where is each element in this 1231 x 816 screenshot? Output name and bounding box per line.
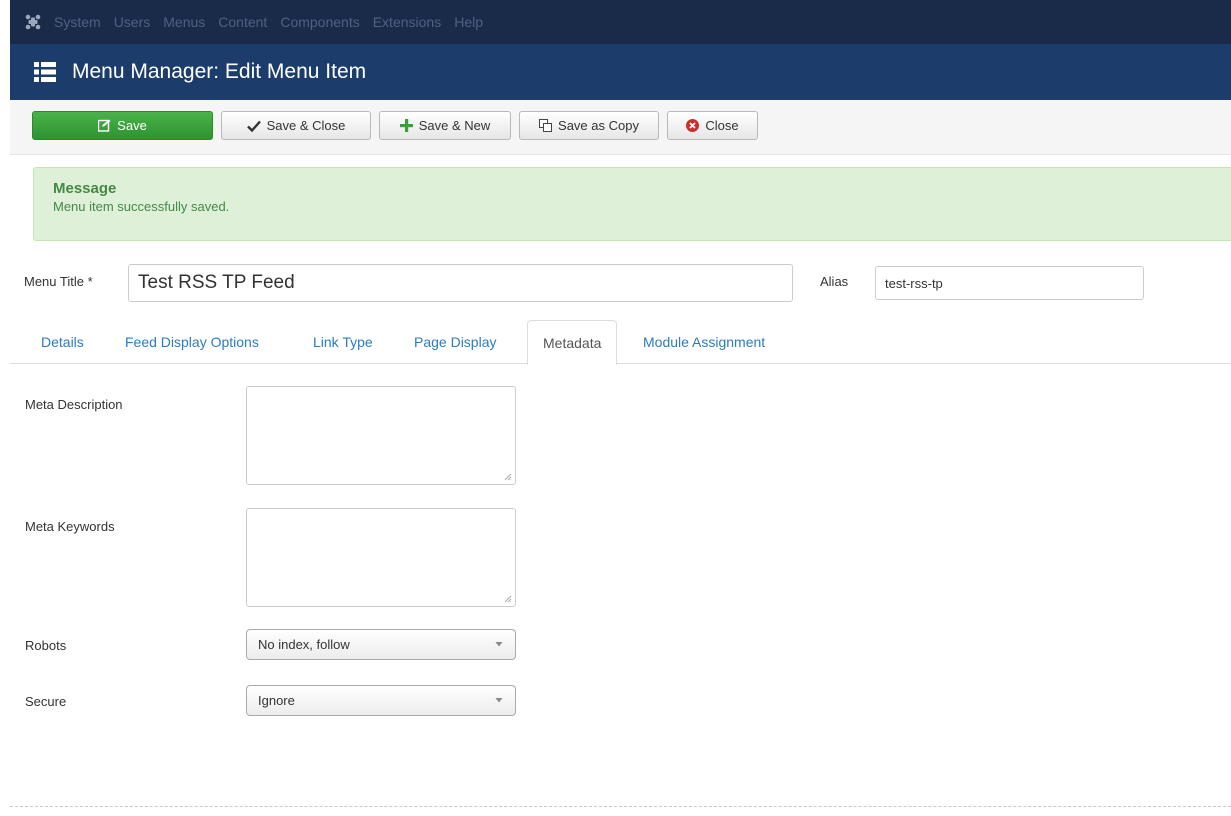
- edit-tabs: Details Feed Display Options Link Type P…: [10, 320, 1231, 365]
- resize-grip-icon[interactable]: [504, 473, 512, 481]
- joomla-logo-icon[interactable]: [20, 0, 46, 44]
- resize-grip-icon[interactable]: [504, 595, 512, 603]
- toolbar: Save Save & Close Save & New Save as Cop…: [10, 100, 1231, 155]
- system-menubar: System Users Menus Content Components Ex…: [10, 0, 1231, 44]
- tab-feed-display-options[interactable]: Feed Display Options: [110, 320, 274, 364]
- tab-module-assignment[interactable]: Module Assignment: [628, 320, 780, 364]
- save-close-button[interactable]: Save & Close: [221, 111, 371, 140]
- meta-keywords-textarea[interactable]: [246, 508, 516, 607]
- tab-metadata[interactable]: Metadata: [527, 320, 618, 365]
- robots-selected-value: No index, follow: [258, 637, 350, 652]
- secure-label: Secure: [25, 694, 67, 709]
- menu-content[interactable]: Content: [218, 14, 267, 30]
- save-copy-button-label: Save as Copy: [558, 118, 639, 133]
- menu-users[interactable]: Users: [114, 14, 151, 30]
- copy-icon: [539, 119, 553, 132]
- close-button[interactable]: Close: [667, 111, 758, 140]
- save-button-label: Save: [117, 118, 147, 133]
- alias-input[interactable]: test-rss-tp: [875, 266, 1144, 300]
- menu-title-input[interactable]: Test RSS TP Feed: [128, 264, 793, 302]
- page-title: Menu Manager: Edit Menu Item: [72, 60, 367, 83]
- meta-keywords-label: Meta Keywords: [25, 519, 115, 534]
- meta-description-label: Meta Description: [25, 397, 123, 412]
- save-button[interactable]: Save: [32, 111, 213, 140]
- save-close-button-label: Save & Close: [266, 118, 346, 133]
- alias-label: Alias: [820, 274, 849, 289]
- edit-icon: [98, 119, 111, 132]
- secure-select[interactable]: Ignore: [246, 685, 516, 716]
- close-button-label: Close: [705, 118, 739, 133]
- chevron-down-icon: [495, 642, 503, 647]
- menu-title-label: Menu Title *: [24, 274, 93, 289]
- save-copy-button[interactable]: Save as Copy: [519, 111, 659, 140]
- meta-description-textarea[interactable]: [246, 386, 516, 485]
- menu-system[interactable]: System: [54, 14, 101, 30]
- menu-extensions[interactable]: Extensions: [373, 14, 441, 30]
- close-circle-icon: [686, 119, 700, 132]
- message-heading: Message: [53, 180, 117, 197]
- checkmark-icon: [246, 120, 261, 132]
- success-message: Message Menu item successfully saved.: [33, 167, 1231, 241]
- plus-icon: [399, 119, 413, 132]
- message-body: Menu item successfully saved.: [53, 199, 230, 214]
- save-new-button[interactable]: Save & New: [379, 111, 511, 140]
- menu-menus[interactable]: Menus: [163, 14, 205, 30]
- footer-divider: [10, 806, 1231, 807]
- menu-help[interactable]: Help: [454, 14, 483, 30]
- chevron-down-icon: [495, 698, 503, 703]
- robots-label: Robots: [25, 638, 67, 653]
- save-new-button-label: Save & New: [418, 118, 491, 133]
- secure-selected-value: Ignore: [258, 693, 295, 708]
- list-menu-icon: [34, 62, 56, 82]
- robots-select[interactable]: No index, follow: [246, 629, 516, 660]
- tab-page-display[interactable]: Page Display: [399, 320, 512, 364]
- tab-details[interactable]: Details: [26, 320, 99, 364]
- page-header: Menu Manager: Edit Menu Item: [10, 44, 1231, 100]
- menu-components[interactable]: Components: [280, 14, 359, 30]
- tab-link-type[interactable]: Link Type: [298, 320, 388, 364]
